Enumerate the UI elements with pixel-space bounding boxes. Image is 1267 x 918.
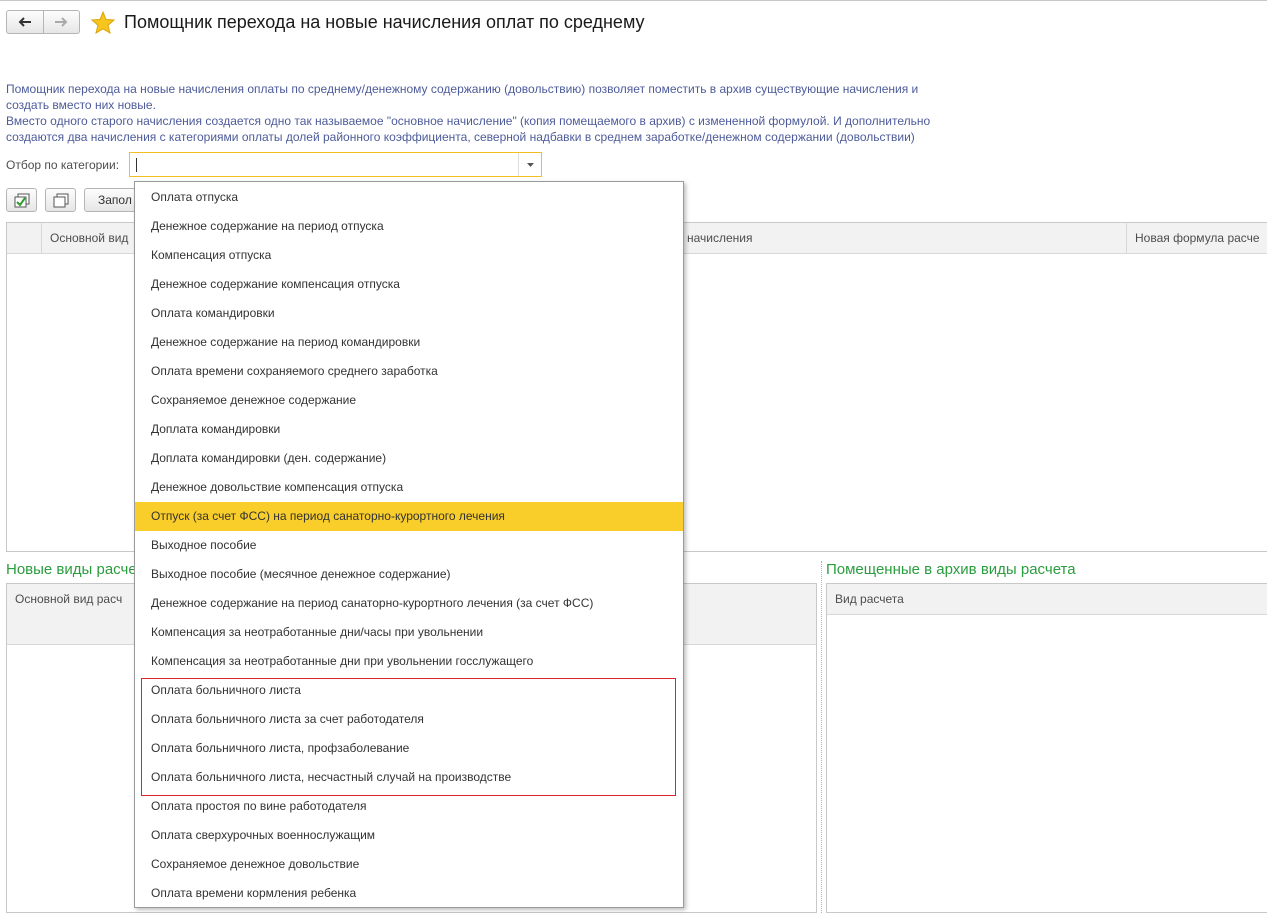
column-accrual[interactable]: начисления xyxy=(679,223,1127,253)
arrow-right-icon xyxy=(55,17,68,27)
dropdown-option[interactable]: Выходное пособие xyxy=(135,531,683,560)
dropdown-option[interactable]: Доплата командировки (ден. содержание) xyxy=(135,444,683,473)
dropdown-option[interactable]: Выходное пособие (месячное денежное соде… xyxy=(135,560,683,589)
column-new-formula[interactable]: Новая формула расче xyxy=(1126,223,1267,253)
top-border xyxy=(0,0,1267,1)
arrow-left-icon xyxy=(18,17,31,27)
check-all-button[interactable] xyxy=(6,188,37,212)
dropdown-option[interactable]: Оплата сверхурочных военнослужащим xyxy=(135,821,683,850)
description-line-1: Помощник перехода на новые начисления оп… xyxy=(6,82,919,96)
dropdown-option[interactable]: Оплата времени сохраняемого среднего зар… xyxy=(135,357,683,386)
dropdown-option[interactable]: Оплата командировки xyxy=(135,299,683,328)
uncheck-all-icon xyxy=(53,193,68,207)
description-line-3: Вместо одного старого начисления создает… xyxy=(6,114,931,128)
window-title: Помощник перехода на новые начисления оп… xyxy=(124,12,645,32)
description-line-4: создаются два начисления с категориями о… xyxy=(6,130,915,144)
filter-label: Отбор по категории: xyxy=(6,158,120,172)
dropdown-option[interactable]: Денежное содержание на период отпуска xyxy=(135,212,683,241)
new-types-title: Новые виды расче xyxy=(6,561,137,578)
category-filter-input[interactable] xyxy=(129,152,542,177)
dropdown-option[interactable]: Компенсация отпуска xyxy=(135,241,683,270)
category-dropdown-list: Оплата отпуска Денежное содержание на пер… xyxy=(134,181,684,908)
dropdown-option[interactable]: Сохраняемое денежное содержание xyxy=(135,386,683,415)
uncheck-all-button[interactable] xyxy=(45,188,76,212)
archived-types-panel: Вид расчета xyxy=(826,583,1267,913)
forward-button[interactable] xyxy=(42,11,80,33)
dropdown-option[interactable]: Доплата командировки xyxy=(135,415,683,444)
dropdown-button[interactable] xyxy=(518,153,541,176)
dropdown-option[interactable]: Сохраняемое денежное довольствие xyxy=(135,850,683,879)
dropdown-option[interactable]: Компенсация за неотработанные дни/часы п… xyxy=(135,618,683,647)
section-divider xyxy=(821,561,822,913)
check-all-icon xyxy=(14,193,29,207)
dropdown-option[interactable]: Денежное довольствие компенсация отпуска xyxy=(135,473,683,502)
dropdown-option[interactable]: Компенсация за неотработанные дни при ув… xyxy=(135,647,683,676)
dropdown-option[interactable]: Отпуск (за счет ФСС) на период санаторно… xyxy=(135,502,683,531)
sick-leave-highlight-frame xyxy=(141,678,676,796)
text-cursor xyxy=(136,158,137,172)
dropdown-option[interactable]: Оплата отпуска xyxy=(135,183,683,212)
dropdown-option[interactable]: Оплата времени кормления ребенка xyxy=(135,879,683,908)
dropdown-option[interactable]: Денежное содержание на период санаторно-… xyxy=(135,589,683,618)
dropdown-option[interactable]: Денежное содержание на период командиров… xyxy=(135,328,683,357)
archived-types-title: Помещенные в архив виды расчета xyxy=(826,561,1076,578)
nav-button-group xyxy=(6,10,80,34)
description-line-2: создать вместо них новые. xyxy=(6,98,156,112)
favorite-star-icon[interactable] xyxy=(91,11,115,34)
back-button[interactable] xyxy=(7,11,43,33)
dropdown-option[interactable]: Денежное содержание компенсация отпуска xyxy=(135,270,683,299)
archived-column-header[interactable]: Вид расчета xyxy=(827,584,1267,615)
chevron-down-icon xyxy=(526,162,534,167)
dropdown-option[interactable]: Оплата простоя по вине работодателя xyxy=(135,792,683,821)
